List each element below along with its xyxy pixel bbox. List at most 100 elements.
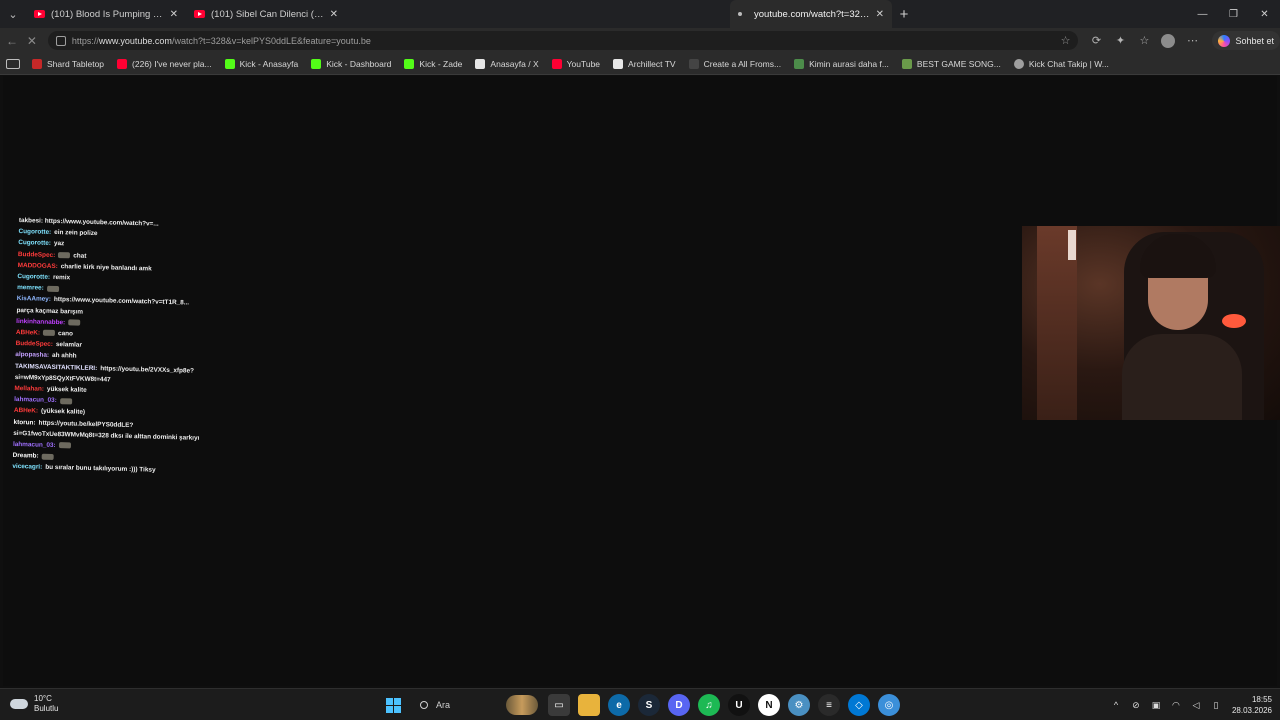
close-tab-icon[interactable]: ✕ xyxy=(170,9,178,20)
tab-title: youtube.com/watch?t=328&v=kel xyxy=(754,8,870,20)
profile-icon[interactable] xyxy=(1156,33,1180,48)
kick-icon xyxy=(311,58,322,69)
chat-text: bu sıralar bunu takılıyorum :))) Tiksy xyxy=(45,464,156,475)
kick-icon xyxy=(224,58,235,69)
bookmark-kick-chat-takip[interactable]: Kick Chat Takip | W... xyxy=(1013,58,1109,69)
chat-username: BuddeSpec: xyxy=(17,250,56,259)
file-explorer-icon[interactable] xyxy=(578,694,600,716)
bookmark-icon xyxy=(688,58,699,69)
chat-text: chat xyxy=(73,252,87,260)
extensions-icon[interactable]: ✦ xyxy=(1108,34,1132,47)
settings-app-icon[interactable]: ⚙ xyxy=(788,694,810,716)
streamer-body xyxy=(1122,334,1242,420)
x-icon xyxy=(475,58,486,69)
toolbar-icons: ⟳ ✦ ☆ ⋯ xyxy=(1084,33,1204,48)
steam-icon[interactable]: S xyxy=(638,694,660,716)
youtube-favicon-icon xyxy=(34,10,45,18)
chat-username: TAKIMSAVASITAKTIKLERI: xyxy=(14,362,98,372)
spotify-icon[interactable]: ♫ xyxy=(698,694,720,716)
back-button[interactable]: ← xyxy=(2,28,22,53)
chat-text: https://youtu.be/2VXXs_xfp8e? xyxy=(100,364,195,375)
chat-username: vicecagri: xyxy=(12,463,43,472)
discord-icon[interactable]: D xyxy=(668,694,690,716)
minimize-button[interactable]: — xyxy=(1187,0,1218,28)
window-controls: — ❐ ✕ xyxy=(1187,0,1280,28)
bookmark-kick-dashboard[interactable]: Kick - Dashboard xyxy=(311,58,391,69)
chat-username: ktorun: xyxy=(13,418,36,427)
bookmark-archillect[interactable]: Archillect TV xyxy=(613,58,676,69)
show-hidden-icons-icon[interactable]: ^ xyxy=(1106,700,1126,710)
windows-logo-icon xyxy=(385,697,401,713)
bookmark-kimin-aurasi[interactable]: Kimin aurasi daha f... xyxy=(794,58,889,69)
copilot-icon xyxy=(1218,34,1231,47)
copilot-button[interactable]: Sohbet et xyxy=(1212,31,1280,50)
chat-username: KisAAmey: xyxy=(16,295,51,304)
youtube-icon xyxy=(117,58,128,69)
bookmark-kick-anasayfa[interactable]: Kick - Anasayfa xyxy=(224,58,298,69)
background-light xyxy=(1068,230,1076,260)
close-tab-icon[interactable]: ✕ xyxy=(876,9,884,20)
bookmark-youtube[interactable]: YouTube xyxy=(551,58,600,69)
volume-icon[interactable]: ◁ xyxy=(1186,700,1206,711)
avatar xyxy=(1161,33,1176,48)
tab-title: (101) Blood Is Pumping - Ummet xyxy=(51,8,164,20)
tab-blood-is-pumping[interactable]: (101) Blood Is Pumping - Ummet ✕ xyxy=(26,0,186,28)
edge-icon[interactable]: e xyxy=(608,694,630,716)
refresh-extension-icon[interactable]: ⟳ xyxy=(1084,34,1108,47)
task-view-icon[interactable]: ▭ xyxy=(548,694,570,716)
chat-emote-icon xyxy=(58,251,71,259)
taskbar-search[interactable]: Ara xyxy=(412,694,540,716)
new-tab-button[interactable]: + xyxy=(892,0,916,28)
chat-text: parça kaçmaz barışım xyxy=(16,306,84,316)
favorite-star-icon[interactable]: ☆ xyxy=(1061,34,1071,47)
favorites-icon[interactable]: ☆ xyxy=(1132,34,1156,47)
bookmark-create-froms[interactable]: Create a All Froms... xyxy=(688,58,781,69)
close-tab-icon[interactable]: ✕ xyxy=(330,9,338,20)
vscode-icon[interactable]: ◇ xyxy=(848,694,870,716)
clock[interactable]: 18:55 28.03.2026 xyxy=(1226,694,1280,716)
address-bar[interactable]: https://www.youtube.com/watch?t=328&v=ke… xyxy=(47,31,1079,50)
notion-icon[interactable]: N xyxy=(758,694,780,716)
copilot-label: Sohbet et xyxy=(1235,35,1275,46)
more-options-icon[interactable]: ⋯ xyxy=(1180,34,1204,47)
system-tray: ^ ⊘ ▣ ◠ ◁ ▯ 18:55 28.03.2026 xyxy=(1106,689,1280,720)
network-off-icon[interactable]: ⊘ xyxy=(1126,700,1146,711)
bookmark-best-game-songs[interactable]: BEST GAME SONG... xyxy=(901,58,1001,69)
weather-widget[interactable]: 10°C Bulutlu xyxy=(10,694,58,714)
bookmark-shard-tabletop[interactable]: Shard Tabletop xyxy=(32,58,104,69)
chat-username: linkinhannabbe: xyxy=(16,317,66,327)
chat-text: cano xyxy=(57,330,74,338)
chat-username: ABHeK: xyxy=(15,328,41,337)
else-icon[interactable]: ≡ xyxy=(818,694,840,716)
stop-loading-button[interactable]: ✕ xyxy=(22,28,42,53)
restore-button[interactable]: ❐ xyxy=(1218,0,1249,28)
bookmark-kick-zade[interactable]: Kick - Zade xyxy=(404,58,462,69)
chat-emote-icon xyxy=(59,397,72,405)
tab-actions-menu-icon[interactable]: ⌄ xyxy=(0,0,26,28)
chair-light xyxy=(1222,314,1246,328)
bookmark-youtube-video[interactable]: (226) I've never pla... xyxy=(117,58,212,69)
wifi-icon[interactable]: ◠ xyxy=(1166,700,1186,711)
youtube-icon xyxy=(551,58,562,69)
chat-username: Cugorotte: xyxy=(18,228,52,237)
battery-icon[interactable]: ▯ xyxy=(1206,700,1226,711)
chat-text: charlie kirk niye banlandı amk xyxy=(60,262,152,273)
app-icon[interactable]: ◎ xyxy=(878,694,900,716)
sidebar-toggle-icon[interactable] xyxy=(6,58,20,69)
tab-youtube-watch[interactable]: youtube.com/watch?t=328&v=kel ✕ xyxy=(730,0,892,28)
tab-sibel-can-dilenci[interactable]: (101) Sibel Can Dilenci (Yüksek Ka ✕ xyxy=(186,0,346,28)
bookmark-x[interactable]: Anasayfa / X xyxy=(475,58,539,69)
chat-text: https://youtu.be/kelPYS0ddLE? xyxy=(38,419,134,429)
site-info-icon[interactable] xyxy=(55,35,66,46)
display-icon[interactable]: ▣ xyxy=(1146,700,1166,711)
close-window-button[interactable]: ✕ xyxy=(1249,0,1280,28)
chat-emote-icon xyxy=(41,453,54,460)
chat-username: MADDOGAS: xyxy=(17,261,58,270)
archillect-icon xyxy=(613,58,624,69)
search-label: Ara xyxy=(436,700,451,710)
start-button[interactable] xyxy=(382,694,404,716)
unreal-icon[interactable]: U xyxy=(728,694,750,716)
tab-title: (101) Sibel Can Dilenci (Yüksek Ka xyxy=(211,8,324,20)
video-player[interactable]: takbesi: https://www.youtube.com/watch?v… xyxy=(3,76,1280,686)
url-text: https://www.youtube.com/watch?t=328&v=ke… xyxy=(71,35,371,46)
